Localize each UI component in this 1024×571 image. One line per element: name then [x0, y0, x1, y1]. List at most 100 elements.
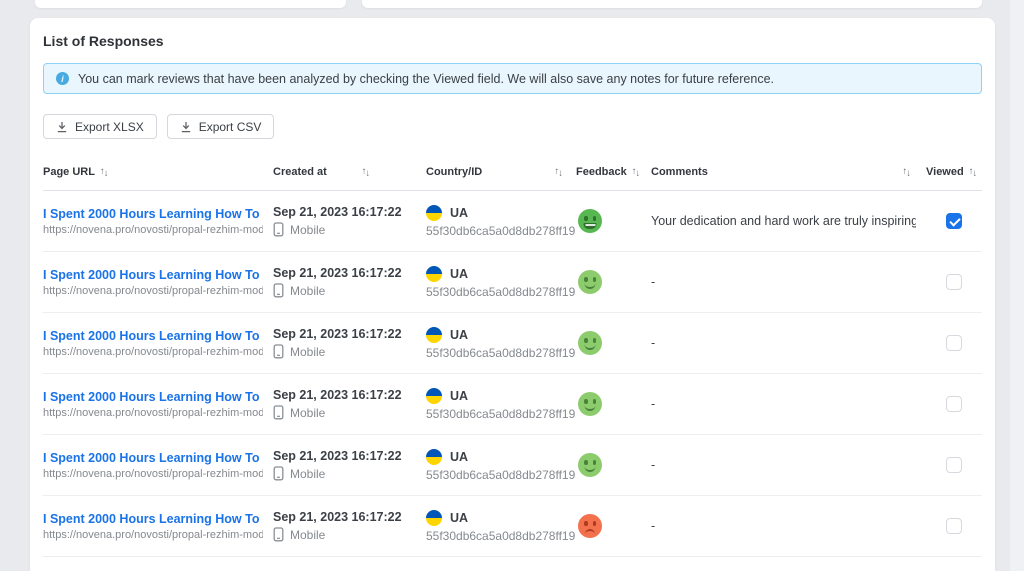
country-row: UA [426, 266, 566, 282]
visitor-id-text: 55f30db6ca5a0d8db278ff195… [426, 346, 576, 360]
sort-icon[interactable]: ↑↓ [100, 167, 108, 177]
sort-icon[interactable]: ↑↓ [632, 167, 640, 177]
table-row: I Spent 2000 Hours Learning How To Learn… [43, 374, 982, 435]
download-icon [180, 121, 192, 133]
mobile-phone-icon [273, 344, 284, 359]
feedback-smile-icon [578, 270, 602, 294]
country-code: UA [450, 267, 468, 281]
device-label: Mobile [290, 345, 325, 359]
visitor-id-row: 55f30db6ca5a0d8db278ff195… [426, 529, 566, 543]
comment-text: - [651, 275, 916, 289]
comments-cell: - [651, 275, 926, 289]
sort-icon[interactable]: ↑↓ [362, 167, 370, 177]
mobile-phone-icon [273, 283, 284, 298]
country-id-cell: UA 55f30db6ca5a0d8db278ff195… [426, 266, 576, 299]
viewed-checkbox[interactable] [946, 213, 962, 229]
created-at-text: Sep 21, 2023 16:17:22 [273, 388, 416, 402]
country-id-cell: UA 55f30db6ca5a0d8db278ff195… [426, 327, 576, 360]
feedback-cell [576, 453, 651, 477]
viewed-checkbox[interactable] [946, 396, 962, 412]
viewed-cell [926, 213, 982, 229]
download-icon [56, 121, 68, 133]
comment-text: - [651, 519, 916, 533]
feedback-frown-icon [578, 514, 602, 538]
country-row: UA [426, 327, 566, 343]
page-link[interactable]: I Spent 2000 Hours Learning How To Learn… [43, 207, 263, 221]
ukraine-flag-icon [426, 205, 442, 221]
page-link[interactable]: I Spent 2000 Hours Learning How To Learn… [43, 329, 263, 343]
created-at-text: Sep 21, 2023 16:17:22 [273, 205, 416, 219]
ukraine-flag-icon [426, 388, 442, 404]
export-csv-button[interactable]: Export CSV [167, 114, 275, 139]
device-row: Mobile [273, 222, 416, 237]
table-body: I Spent 2000 Hours Learning How To Learn… [43, 191, 982, 557]
device-row: Mobile [273, 527, 416, 542]
scrollbar-track[interactable] [1010, 0, 1024, 571]
ukraine-flag-icon [426, 449, 442, 465]
comment-text: - [651, 336, 916, 350]
table-row: I Spent 2000 Hours Learning How To Learn… [43, 191, 982, 252]
info-banner-text: You can mark reviews that have been anal… [78, 72, 774, 86]
table-row: I Spent 2000 Hours Learning How To Learn… [43, 313, 982, 374]
page-link[interactable]: I Spent 2000 Hours Learning How To Learn… [43, 451, 263, 465]
visitor-id-text: 55f30db6ca5a0d8db278ff195… [426, 529, 576, 543]
visitor-id-row: 55f30db6ca5a0d8db278ff195… [426, 468, 566, 482]
visitor-id-row: 55f30db6ca5a0d8db278ff195… [426, 224, 566, 238]
country-row: UA [426, 388, 566, 404]
export-actions: Export XLSX Export CSV [43, 114, 982, 139]
page-url-cell: I Spent 2000 Hours Learning How To Learn… [43, 512, 273, 541]
country-code: UA [450, 328, 468, 342]
page-link[interactable]: I Spent 2000 Hours Learning How To Learn… [43, 268, 263, 282]
device-row: Mobile [273, 283, 416, 298]
page-link[interactable]: I Spent 2000 Hours Learning How To Learn… [43, 512, 263, 526]
viewed-cell [926, 274, 982, 290]
viewed-checkbox[interactable] [946, 518, 962, 534]
export-csv-label: Export CSV [199, 120, 262, 134]
comments-cell: - [651, 336, 926, 350]
comments-cell: Your dedication and hard work are truly … [651, 214, 926, 228]
viewed-cell [926, 396, 982, 412]
export-xlsx-button[interactable]: Export XLSX [43, 114, 157, 139]
viewed-checkbox[interactable] [946, 457, 962, 473]
country-row: UA [426, 510, 566, 526]
top-card-left [35, 0, 346, 8]
created-at-cell: Sep 21, 2023 16:17:22 Mobile [273, 266, 426, 298]
feedback-cell [576, 392, 651, 416]
country-code: UA [450, 511, 468, 525]
viewed-cell [926, 457, 982, 473]
device-row: Mobile [273, 344, 416, 359]
page-url-text: https://novena.pro/novosti/propal-rezhim… [43, 407, 263, 419]
sort-icon[interactable]: ↑↓ [969, 167, 977, 177]
created-at-text: Sep 21, 2023 16:17:22 [273, 266, 416, 280]
page-url-text: https://novena.pro/novosti/propal-rezhim… [43, 468, 263, 480]
sort-icon[interactable]: ↑↓ [555, 167, 563, 177]
page-link[interactable]: I Spent 2000 Hours Learning How To Learn… [43, 390, 263, 404]
country-id-cell: UA 55f30db6ca5a0d8db278ff195… [426, 449, 576, 482]
country-row: UA [426, 205, 566, 221]
page-url-text: https://novena.pro/novosti/propal-rezhim… [43, 285, 263, 297]
created-at-cell: Sep 21, 2023 16:17:22 Mobile [273, 388, 426, 420]
page-url-text: https://novena.pro/novosti/propal-rezhim… [43, 224, 263, 236]
sort-icon[interactable]: ↑↓ [903, 167, 911, 177]
viewed-checkbox[interactable] [946, 274, 962, 290]
comments-cell: - [651, 458, 926, 472]
mobile-phone-icon [273, 466, 284, 481]
viewed-checkbox[interactable] [946, 335, 962, 351]
feedback-smile-icon [578, 453, 602, 477]
country-id-cell: UA 55f30db6ca5a0d8db278ff195… [426, 205, 576, 238]
created-at-cell: Sep 21, 2023 16:17:22 Mobile [273, 327, 426, 359]
visitor-id-text: 55f30db6ca5a0d8db278ff195… [426, 224, 576, 238]
country-row: UA [426, 449, 566, 465]
feedback-grin-icon [578, 209, 602, 233]
page-title: List of Responses [43, 33, 982, 49]
responses-table: Page URL ↑↓ Created at ↑↓ Country/ID ↑↓ … [43, 153, 982, 557]
country-code: UA [450, 206, 468, 220]
mobile-phone-icon [273, 527, 284, 542]
feedback-cell [576, 331, 651, 355]
page-url-cell: I Spent 2000 Hours Learning How To Learn… [43, 329, 273, 358]
top-card-right [362, 0, 982, 8]
info-banner: i You can mark reviews that have been an… [43, 63, 982, 94]
feedback-smile-icon [578, 392, 602, 416]
table-row: I Spent 2000 Hours Learning How To Learn… [43, 496, 982, 557]
info-icon: i [56, 72, 69, 85]
